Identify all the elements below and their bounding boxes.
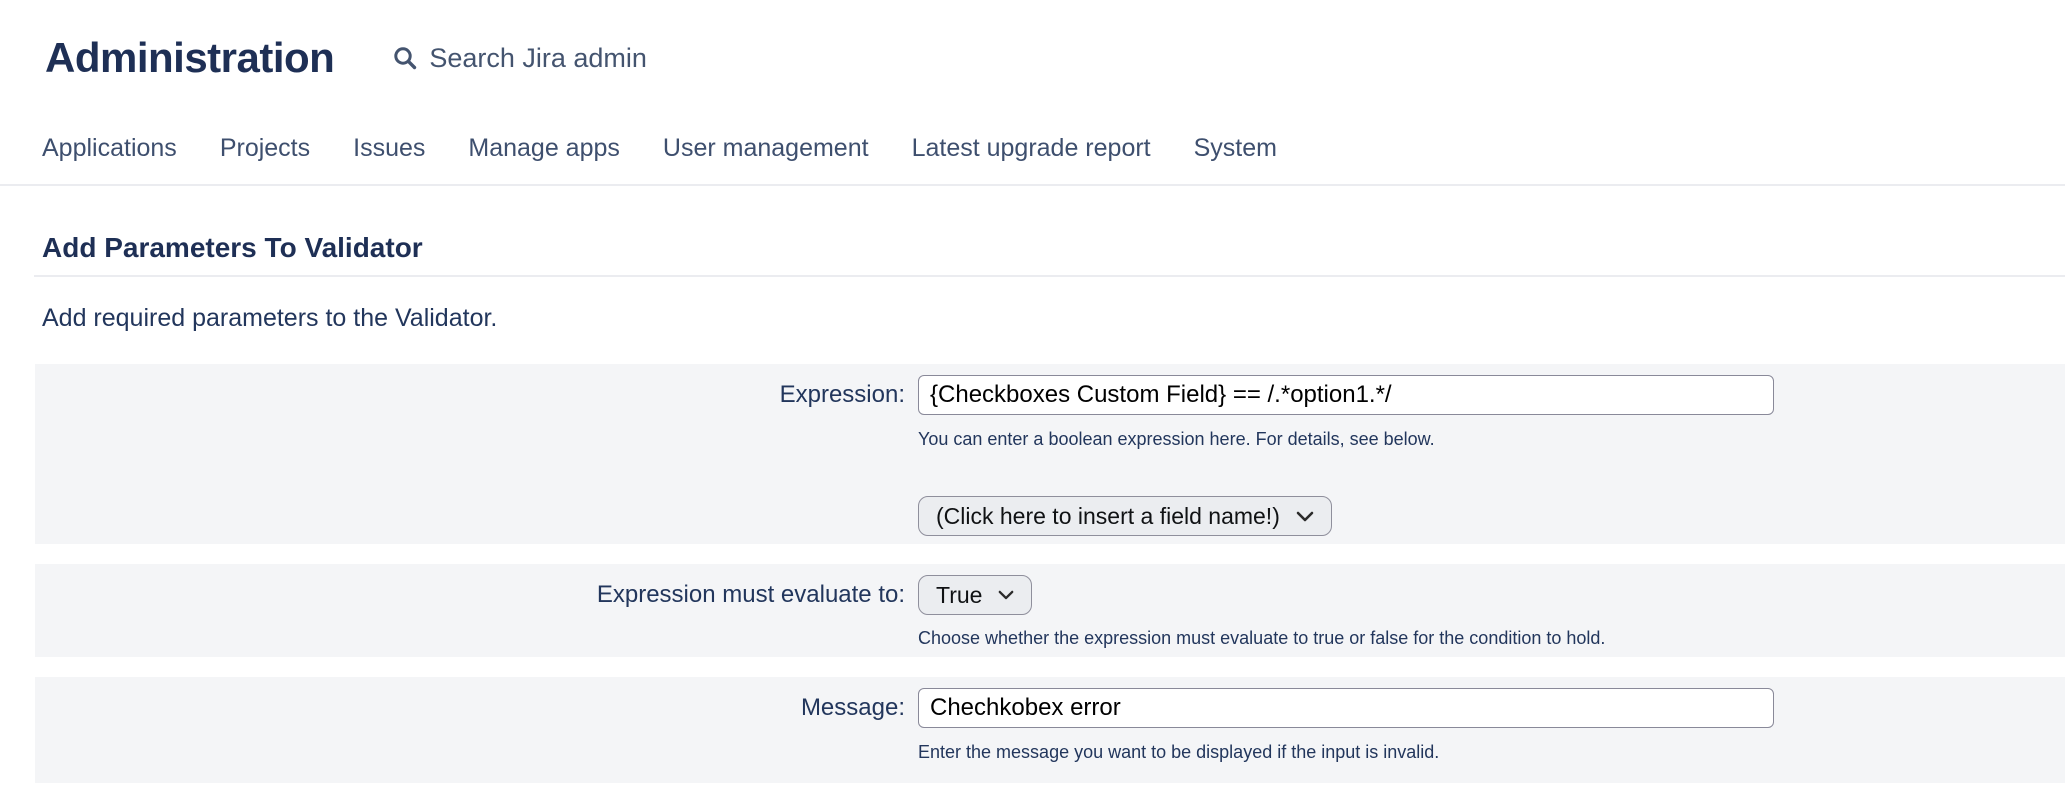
- app-title: Administration: [45, 34, 334, 82]
- message-input[interactable]: [918, 688, 1774, 728]
- evaluate-label: Expression must evaluate to:: [35, 575, 905, 649]
- expression-row: Expression: You can enter a boolean expr…: [35, 364, 2065, 544]
- evaluate-help: Choose whether the expression must evalu…: [918, 628, 1605, 649]
- insert-field-name-dropdown-label: (Click here to insert a field name!): [936, 503, 1280, 530]
- nav-item-projects[interactable]: Projects: [220, 134, 310, 163]
- message-label: Message:: [35, 688, 905, 763]
- admin-search[interactable]: Search Jira admin: [392, 43, 647, 74]
- evaluate-select-value: True: [936, 582, 982, 609]
- nav-item-applications[interactable]: Applications: [42, 134, 177, 163]
- chevron-down-icon: [1296, 511, 1314, 522]
- section-title-divider: [34, 275, 2065, 277]
- nav-item-issues[interactable]: Issues: [353, 134, 425, 163]
- search-label: Search Jira admin: [429, 43, 647, 74]
- nav-item-system[interactable]: System: [1194, 134, 1277, 163]
- insert-field-name-dropdown[interactable]: (Click here to insert a field name!): [918, 496, 1332, 536]
- nav-item-latest-upgrade-report[interactable]: Latest upgrade report: [912, 134, 1151, 163]
- expression-input[interactable]: [918, 375, 1774, 415]
- expression-help: You can enter a boolean expression here.…: [918, 429, 1435, 450]
- validator-form: Expression: You can enter a boolean expr…: [0, 364, 2065, 783]
- message-help: Enter the message you want to be display…: [918, 742, 1439, 763]
- evaluate-select[interactable]: True: [918, 575, 1032, 615]
- main-content: Add Parameters To Validator Add required…: [0, 232, 2065, 783]
- nav-item-user-management[interactable]: User management: [663, 134, 869, 163]
- evaluate-row: Expression must evaluate to: True Choose…: [35, 564, 2065, 657]
- section-description: Add required parameters to the Validator…: [42, 304, 2065, 333]
- admin-header: Administration Search Jira admin: [0, 0, 2065, 82]
- admin-nav: Applications Projects Issues Manage apps…: [0, 82, 2065, 186]
- expression-label: Expression:: [35, 375, 905, 536]
- search-icon: [392, 45, 419, 72]
- nav-item-manage-apps[interactable]: Manage apps: [468, 134, 620, 163]
- chevron-down-icon: [998, 590, 1014, 600]
- section-title: Add Parameters To Validator: [42, 232, 2065, 264]
- message-row: Message: Enter the message you want to b…: [35, 677, 2065, 783]
